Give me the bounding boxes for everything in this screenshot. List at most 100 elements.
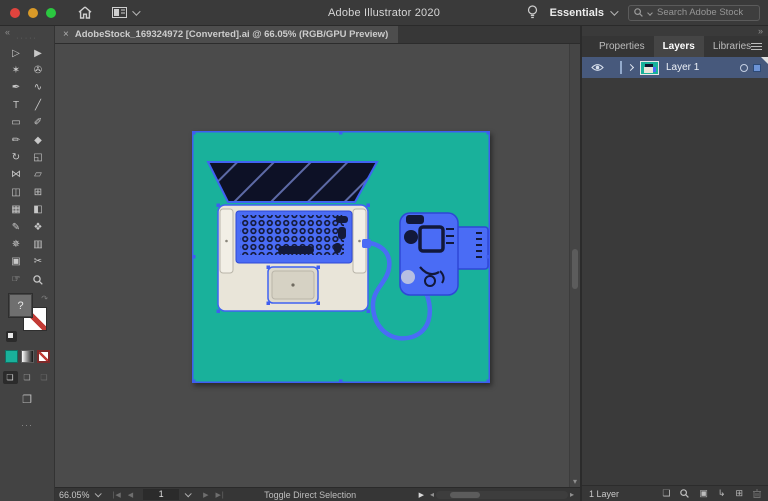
panel-menu-icon[interactable] <box>751 43 762 52</box>
artboard-dropdown-icon[interactable] <box>185 490 192 497</box>
artboard[interactable] <box>192 131 490 383</box>
right-panel: » Properties Layers Libraries Layer 1 <box>580 26 768 501</box>
document-tab[interactable]: × AdobeStock_169324972 [Converted].ai @ … <box>55 26 398 43</box>
fill-swatch-unknown[interactable]: ? <box>9 294 32 317</box>
lasso-tool[interactable]: ✇ <box>27 62 49 79</box>
lightbulb-discover-icon[interactable] <box>527 5 538 20</box>
locate-object-icon[interactable] <box>680 489 689 498</box>
eraser-tool[interactable]: ◆ <box>27 132 49 149</box>
edit-toolbar-ellipsis[interactable]: ··· <box>0 420 54 430</box>
horizontal-scrollbar[interactable]: ◂ ▸ <box>428 490 576 499</box>
magic-wand-tool[interactable]: ✶ <box>5 62 27 79</box>
zoom-tool[interactable] <box>27 271 49 288</box>
scale-tool[interactable]: ◱ <box>27 149 49 166</box>
type-tool[interactable]: T <box>5 97 27 114</box>
zoom-dropdown-icon[interactable] <box>94 490 101 497</box>
screen-mode-button[interactable]: ❐ <box>0 393 54 406</box>
line-segment-tool[interactable]: ╱ <box>27 97 49 114</box>
layer-name[interactable]: Layer 1 <box>666 62 699 73</box>
artboard-number-field[interactable]: 1 <box>143 489 179 500</box>
scroll-down-arrow-icon[interactable]: ▾ <box>570 477 580 486</box>
blend-tool[interactable]: ❖ <box>27 219 49 236</box>
tab-properties[interactable]: Properties <box>590 36 654 57</box>
hand-tool[interactable]: ☞ <box>5 271 27 288</box>
column-graph-tool[interactable]: ▥ <box>27 236 49 253</box>
none-button[interactable] <box>37 350 50 363</box>
tab-layers[interactable]: Layers <box>654 36 704 57</box>
symbol-sprayer-tool[interactable]: ✵ <box>5 236 27 253</box>
arrange-documents-button[interactable] <box>112 7 138 18</box>
vertical-scrollbar[interactable]: ▾ <box>569 44 580 487</box>
search-adobe-stock-field[interactable]: Search Adobe Stock <box>628 5 760 21</box>
traffic-lights <box>10 8 56 18</box>
scroll-left-arrow-icon[interactable]: ◂ <box>428 490 436 499</box>
new-layer-icon[interactable]: ⊞ <box>735 488 743 499</box>
layer-thumbnail[interactable] <box>640 61 659 75</box>
layers-empty-area[interactable] <box>582 78 768 485</box>
artwork-laptop-camera[interactable] <box>192 131 490 383</box>
prev-artboard-button[interactable]: ◀ <box>128 491 134 499</box>
horizontal-scrollbar-thumb[interactable] <box>450 492 480 498</box>
artwork-laptop-screen[interactable] <box>208 162 377 202</box>
lock-column-divider[interactable] <box>620 61 622 74</box>
gradient-button[interactable] <box>21 350 34 363</box>
color-mode-buttons <box>0 350 54 363</box>
selection-tool[interactable]: ▷ <box>5 45 27 62</box>
chevron-down-icon <box>647 10 653 16</box>
rotate-tool[interactable]: ↻ <box>5 149 27 166</box>
rectangle-tool[interactable]: ▭ <box>5 115 27 132</box>
shape-builder-tool[interactable]: ◫ <box>5 184 27 201</box>
status-menu-icon[interactable]: ▶ <box>419 491 424 499</box>
gradient-tool[interactable]: ◧ <box>27 202 49 219</box>
panel-tab-bar: Properties Layers Libraries <box>582 36 768 57</box>
zoom-window-button[interactable] <box>46 8 56 18</box>
vertical-scrollbar-thumb[interactable] <box>572 249 578 289</box>
visibility-eye-icon[interactable] <box>591 63 604 72</box>
color-button[interactable] <box>5 350 18 363</box>
direct-selection-tool[interactable]: ▶ <box>27 45 49 62</box>
close-window-button[interactable] <box>10 8 20 18</box>
artboard-tool[interactable]: ▣ <box>5 254 27 271</box>
first-artboard-button[interactable]: |◀ <box>113 491 122 499</box>
draw-inside-button[interactable]: ❏ <box>37 371 52 384</box>
swap-fill-stroke-icon[interactable]: ↷ <box>41 294 48 303</box>
minimize-window-button[interactable] <box>28 8 38 18</box>
curvature-tool[interactable]: ∿ <box>27 80 49 97</box>
pencil-tool[interactable]: ✏ <box>5 132 27 149</box>
draw-behind-button[interactable]: ❏ <box>20 371 35 384</box>
document-tab-label: AdobeStock_169324972 [Converted].ai @ 66… <box>75 29 388 40</box>
last-artboard-button[interactable]: ▶| <box>216 491 225 499</box>
tools-drag-grip[interactable]: ····· <box>0 36 54 42</box>
paintbrush-tool[interactable]: ✐ <box>27 115 49 132</box>
target-circle-icon[interactable] <box>740 64 748 72</box>
perspective-grid-tool[interactable]: ⊞ <box>27 184 49 201</box>
zoom-level[interactable]: 66.05% <box>59 490 90 500</box>
horizontal-scrollbar-track[interactable] <box>436 491 568 499</box>
expand-panels-icon[interactable]: » <box>582 26 768 36</box>
main-area: « ····· ▷▶✶✇✒∿T╱▭✐✏◆↻◱⋈▱◫⊞▦◧✎❖✵▥▣✂☞ ↷ ? … <box>0 26 768 501</box>
workspace-switcher[interactable]: Essentials <box>550 7 616 19</box>
delete-layer-icon[interactable] <box>753 489 761 498</box>
make-clip-mask-icon[interactable]: ▣ <box>699 488 708 499</box>
home-icon[interactable] <box>78 6 92 19</box>
collect-for-export-icon[interactable]: ❏ <box>662 488 670 499</box>
width-tool[interactable]: ⋈ <box>5 167 27 184</box>
draw-mode-buttons: ❏ ❏ ❏ <box>0 371 54 384</box>
layer-row[interactable]: Layer 1 <box>582 57 768 78</box>
chevron-down-icon <box>610 7 618 15</box>
workspace-label: Essentials <box>550 7 604 19</box>
scroll-right-arrow-icon[interactable]: ▸ <box>568 490 576 499</box>
default-fill-stroke-icon[interactable] <box>6 331 17 342</box>
next-artboard-button[interactable]: ▶ <box>203 491 209 499</box>
eyedropper-tool[interactable]: ✎ <box>5 219 27 236</box>
slice-tool[interactable]: ✂ <box>27 254 49 271</box>
expand-layer-chevron-icon[interactable] <box>627 64 634 71</box>
mesh-tool[interactable]: ▦ <box>5 202 27 219</box>
canvas[interactable]: ▾ <box>55 44 580 487</box>
close-tab-icon[interactable]: × <box>63 29 69 40</box>
pen-tool[interactable]: ✒ <box>5 80 27 97</box>
free-transform-tool[interactable]: ▱ <box>27 167 49 184</box>
draw-normal-button[interactable]: ❏ <box>3 371 18 384</box>
new-sublayer-icon[interactable]: ↳ <box>718 488 726 499</box>
selection-indicator[interactable] <box>753 64 761 72</box>
